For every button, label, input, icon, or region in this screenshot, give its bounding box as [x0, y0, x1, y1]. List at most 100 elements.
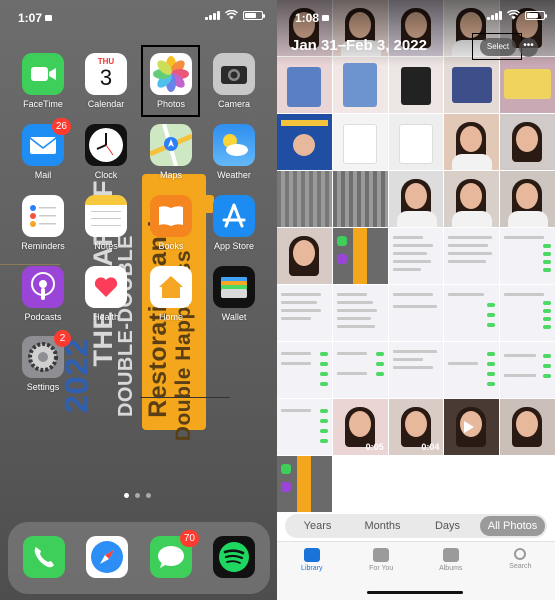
screenshot-thumbnail[interactable]: [444, 342, 500, 398]
app-label: Books: [158, 241, 184, 251]
app-app-store[interactable]: App Store: [204, 195, 264, 251]
app-clock[interactable]: Clock: [76, 124, 136, 180]
podcasts-icon: [22, 266, 64, 308]
wifi-icon: [225, 10, 238, 20]
app-store-icon: [213, 195, 255, 237]
app-label: Clock: [94, 170, 118, 180]
calendar-icon: THU 3: [85, 53, 127, 95]
status-bar: 1:07: [0, 0, 277, 30]
app-label: Podcasts: [24, 312, 62, 322]
app-facetime[interactable]: FaceTime: [13, 53, 73, 109]
home-indicator[interactable]: [367, 591, 463, 594]
maps-icon: [150, 124, 192, 166]
photo-thumbnail[interactable]: [444, 399, 500, 455]
tab-label: For You: [369, 565, 394, 572]
app-maps[interactable]: Maps: [141, 124, 201, 180]
video-thumbnail[interactable]: 0:05: [332, 399, 388, 455]
photo-thumbnail[interactable]: [332, 171, 388, 227]
app-settings[interactable]: 2 Settings: [13, 330, 73, 392]
portrait-lock-icon: [322, 15, 330, 21]
photos-highlight-box: [141, 45, 200, 117]
video-duration: 0:04: [421, 442, 440, 452]
app-label: Wallet: [221, 312, 247, 322]
portrait-lock-icon: [45, 15, 53, 21]
segment-years[interactable]: Years: [285, 516, 350, 536]
tab-library[interactable]: Library: [277, 542, 347, 600]
screenshot-thumbnail[interactable]: [500, 285, 555, 341]
video-duration: 0:05: [365, 442, 384, 452]
app-reminders[interactable]: Reminders: [13, 195, 73, 251]
tab-search[interactable]: Search: [486, 542, 555, 600]
app-label: Calendar: [87, 99, 125, 109]
screenshot-thumbnail[interactable]: [277, 285, 332, 341]
photo-thumbnail[interactable]: [277, 114, 332, 170]
app-mail[interactable]: 26 Mail: [13, 118, 73, 180]
library-icon: [303, 548, 320, 562]
page-dot: [124, 493, 129, 498]
battery-icon: [243, 10, 265, 20]
more-options-button[interactable]: •••: [519, 38, 538, 57]
screenshot-thumbnail[interactable]: [444, 228, 500, 284]
screenshot-thumbnail[interactable]: [332, 228, 388, 284]
page-indicator[interactable]: [124, 493, 151, 498]
app-weather[interactable]: Weather: [204, 124, 264, 180]
app-label: Mail: [34, 170, 52, 180]
photo-thumbnail[interactable]: [277, 171, 332, 227]
app-spotify[interactable]: [204, 536, 264, 578]
app-podcasts[interactable]: Podcasts: [13, 266, 73, 322]
video-thumbnail[interactable]: 0:04: [388, 399, 444, 455]
tab-label: Albums: [439, 565, 463, 572]
app-messages[interactable]: 70: [141, 530, 201, 578]
app-wallet[interactable]: Wallet: [204, 266, 264, 322]
app-phone[interactable]: [14, 536, 74, 578]
weather-icon: [213, 124, 255, 166]
app-label: Health: [92, 312, 119, 322]
safari-icon: [86, 536, 128, 578]
photo-thumbnail[interactable]: [332, 114, 388, 170]
screenshot-thumbnail[interactable]: [388, 285, 444, 341]
app-notes[interactable]: Notes: [76, 195, 136, 251]
segment-days[interactable]: Days: [415, 516, 480, 536]
health-icon: [85, 266, 127, 308]
for-you-icon: [373, 548, 390, 562]
photo-thumbnail[interactable]: [388, 114, 444, 170]
app-camera[interactable]: Camera: [204, 53, 264, 109]
screenshot-thumbnail[interactable]: [500, 342, 555, 398]
photo-thumbnail[interactable]: [500, 171, 555, 227]
date-range-title: Jan 31–Feb 3, 2022: [291, 37, 427, 54]
segment-months[interactable]: Months: [350, 516, 415, 536]
screenshot-thumbnail[interactable]: [277, 456, 332, 512]
screenshot-thumbnail[interactable]: [444, 285, 500, 341]
home-screen: 2022 THE YEAR OF DOUBLE-DOUBLE Restorati…: [0, 0, 277, 600]
segment-all-photos[interactable]: All Photos: [480, 516, 545, 536]
app-books[interactable]: Books: [141, 195, 201, 251]
wallpaper-decoration: [0, 264, 60, 265]
photo-thumbnail[interactable]: [500, 399, 555, 455]
screenshot-thumbnail[interactable]: [500, 228, 555, 284]
wallpaper-text-line2: DOUBLE-DOUBLE: [115, 235, 137, 418]
app-home[interactable]: Home: [141, 266, 201, 322]
photo-thumbnail[interactable]: [277, 228, 332, 284]
dock: 70: [8, 522, 270, 594]
screenshot-thumbnail[interactable]: [277, 399, 332, 455]
photo-thumbnail[interactable]: [388, 171, 444, 227]
view-segmented-control: Years Months Days All Photos: [285, 514, 547, 538]
screenshot-thumbnail[interactable]: [277, 342, 332, 398]
photo-thumbnail[interactable]: [500, 114, 555, 170]
app-label: Home: [158, 312, 183, 322]
screenshot-thumbnail[interactable]: [332, 342, 388, 398]
photo-thumbnail[interactable]: [444, 171, 500, 227]
screenshot-thumbnail[interactable]: [388, 228, 444, 284]
photo-thumbnail[interactable]: [444, 114, 500, 170]
books-icon: [150, 195, 192, 237]
screenshot-thumbnail[interactable]: [332, 285, 388, 341]
app-label: Maps: [159, 170, 182, 180]
photo-grid[interactable]: 0:05 0:04: [277, 0, 555, 513]
home-icon: [150, 266, 192, 308]
app-calendar[interactable]: THU 3 Calendar: [76, 53, 136, 109]
screenshot-thumbnail[interactable]: [388, 342, 444, 398]
wallet-icon: [213, 266, 255, 308]
app-health[interactable]: Health: [76, 266, 136, 322]
app-safari[interactable]: [77, 536, 137, 578]
settings-badge: 2: [54, 330, 71, 347]
